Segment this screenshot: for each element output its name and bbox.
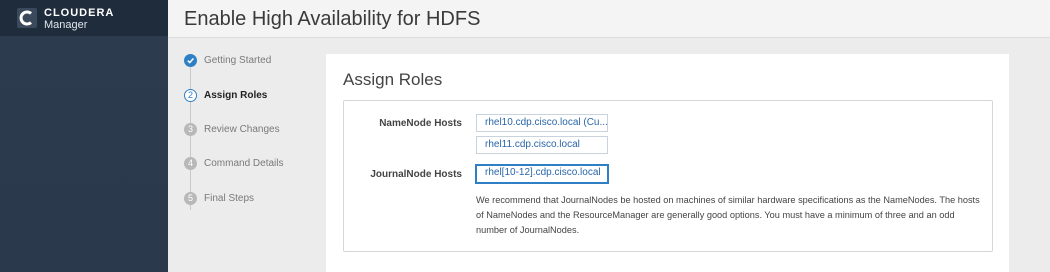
journalnode-hosts-field[interactable]: rhel[10-12].cdp.cisco.local [475,164,609,184]
brand-subname: Manager [44,19,88,31]
step-label: Command Details [204,157,284,169]
namenode-host-1[interactable]: rhel10.cdp.cisco.local (Cu... [476,114,608,132]
journalnode-hosts-label: JournalNode Hosts [370,169,462,180]
page-header: Enable High Availability for HDFS [168,0,1050,38]
wizard-steps: Getting Started 2 Assign Roles 3 Review … [182,38,322,272]
assign-roles-card: Assign Roles NameNode Hosts rhel10.cdp.c… [326,54,1009,272]
step-getting-started[interactable]: Getting Started [184,53,271,67]
wizard-body: Getting Started 2 Assign Roles 3 Review … [168,38,1050,272]
step-number: 2 [184,88,197,102]
step-final-steps[interactable]: 5 Final Steps [184,191,254,205]
step-assign-roles[interactable]: 2 Assign Roles [184,88,267,102]
step-command-details[interactable]: 4 Command Details [184,156,283,170]
step-label: Review Changes [204,123,280,135]
page-title: Enable High Availability for HDFS [184,8,481,30]
left-sidebar: CLOUDERA Manager [0,0,168,272]
brand-name: CLOUDERA [44,7,115,19]
namenode-host-2[interactable]: rhel11.cdp.cisco.local [476,136,608,154]
journalnode-help-text: We recommend that JournalNodes be hosted… [476,195,980,235]
section-title: Assign Roles [343,70,443,89]
step-number: 3 [184,122,197,136]
check-icon [184,53,197,67]
step-label: Assign Roles [204,89,268,101]
step-number: 4 [184,156,197,170]
cloudera-logo-icon [17,8,37,28]
namenode-hosts-label: NameNode Hosts [379,118,462,129]
step-label: Getting Started [204,54,272,66]
brand-logo[interactable]: CLOUDERA Manager [0,0,168,36]
step-review-changes[interactable]: 3 Review Changes [184,122,280,136]
roles-panel: NameNode Hosts rhel10.cdp.cisco.local (C… [343,100,993,252]
step-label: Final Steps [204,192,255,204]
step-number: 5 [184,191,197,205]
